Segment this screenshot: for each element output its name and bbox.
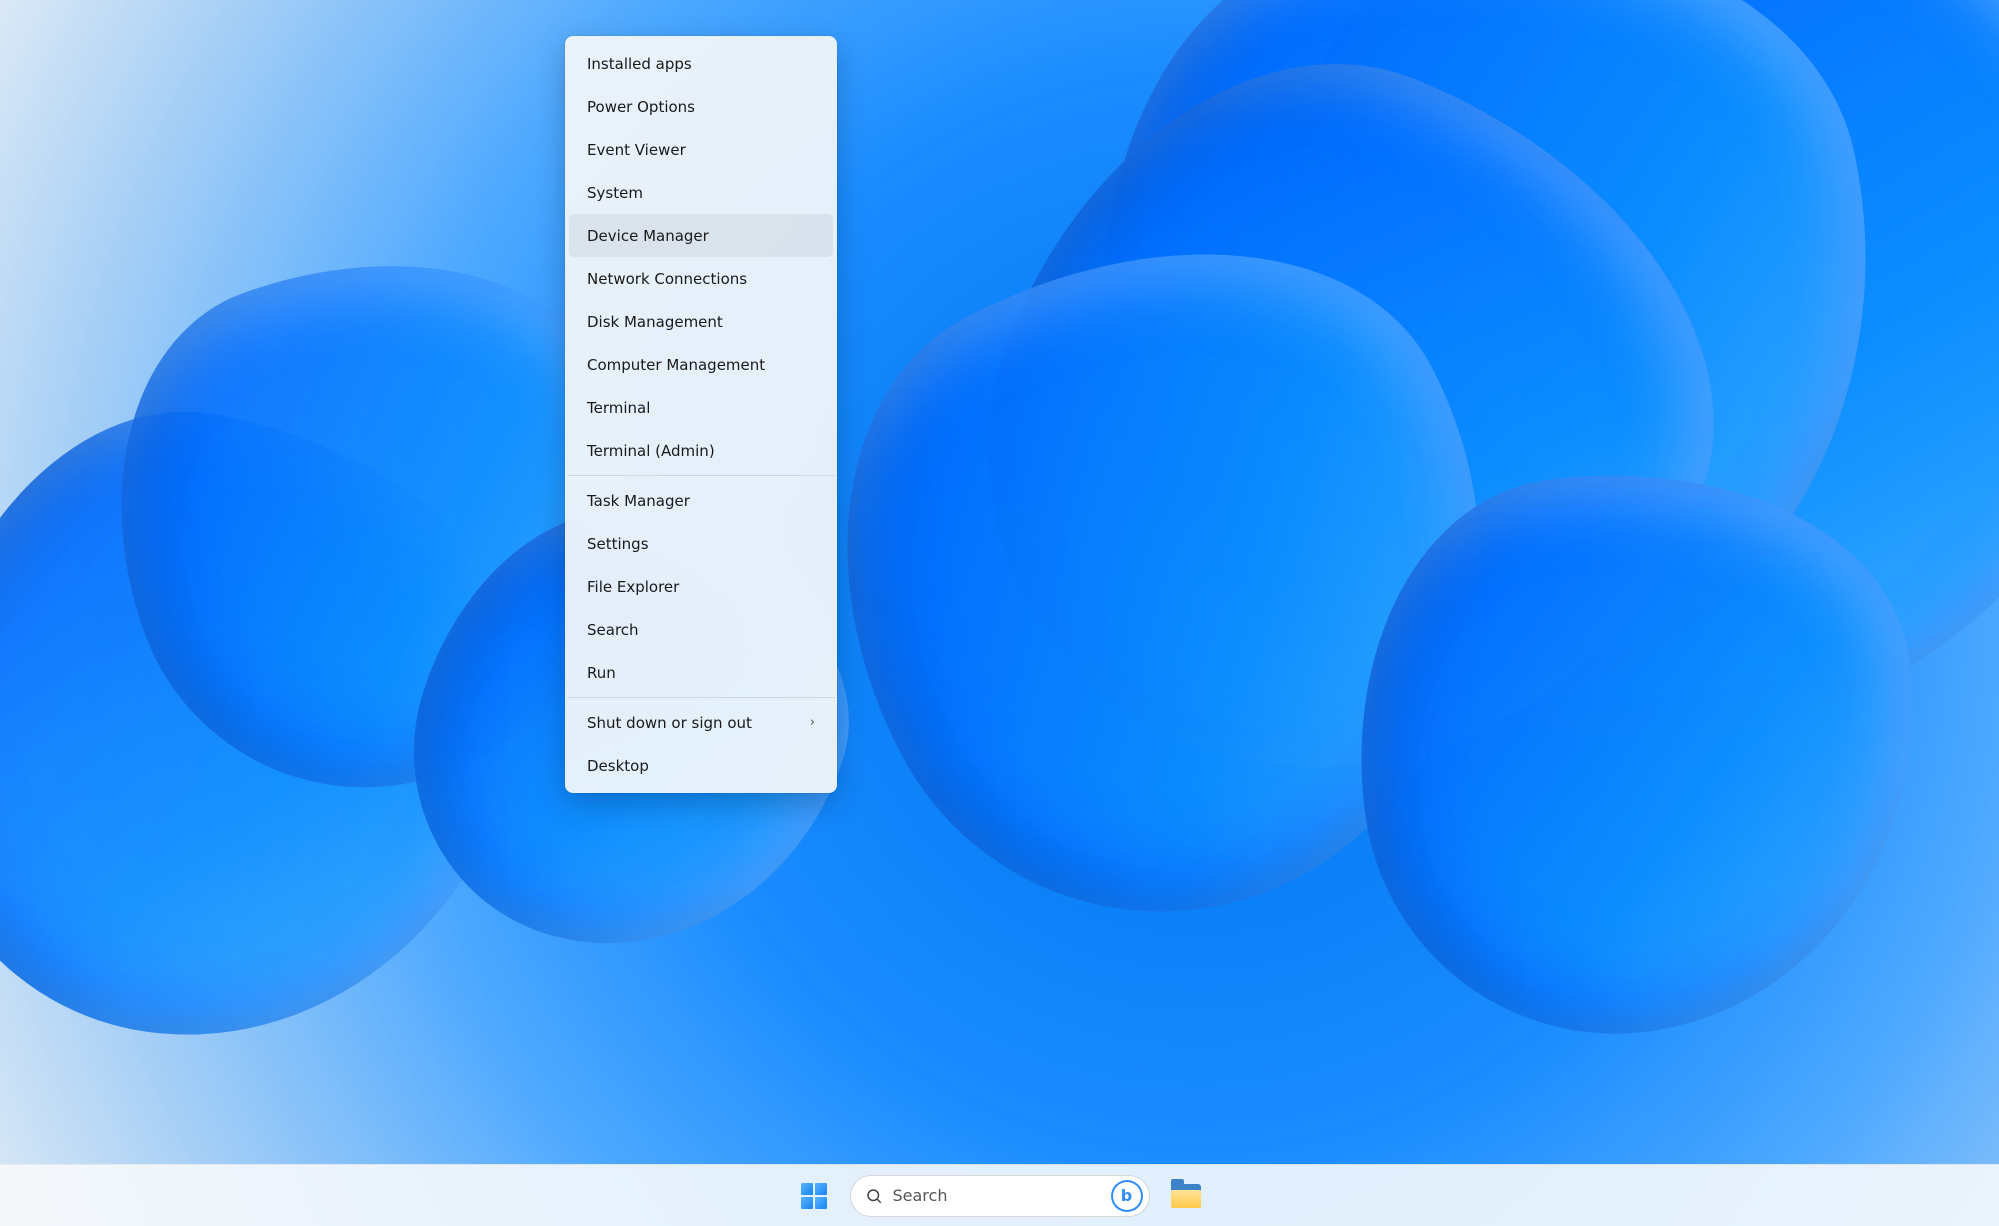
menu-item-label: Run (587, 664, 616, 682)
menu-item-system[interactable]: System (569, 171, 833, 214)
menu-item-label: Terminal (587, 399, 650, 417)
menu-item-run[interactable]: Run (569, 651, 833, 694)
menu-item-computer-management[interactable]: Computer Management (569, 343, 833, 386)
menu-item-installed-apps[interactable]: Installed apps (569, 42, 833, 85)
windows-logo-icon (801, 1183, 827, 1209)
menu-item-label: Event Viewer (587, 141, 686, 159)
bing-chat-icon[interactable]: b (1111, 1180, 1143, 1212)
menu-item-network-connections[interactable]: Network Connections (569, 257, 833, 300)
menu-item-label: Computer Management (587, 356, 765, 374)
menu-item-shut-down-or-sign-out[interactable]: Shut down or sign out › (569, 701, 833, 744)
menu-item-label: Shut down or sign out (587, 714, 752, 732)
menu-item-label: System (587, 184, 643, 202)
menu-item-label: Search (587, 621, 639, 639)
menu-item-disk-management[interactable]: Disk Management (569, 300, 833, 343)
menu-item-label: Settings (587, 535, 649, 553)
taskbar-file-explorer[interactable] (1164, 1174, 1208, 1218)
taskbar-search-label: Search (893, 1186, 1101, 1205)
chevron-right-icon: › (810, 715, 815, 730)
menu-item-label: Desktop (587, 757, 649, 775)
menu-item-label: Terminal (Admin) (587, 442, 715, 460)
menu-item-search[interactable]: Search (569, 608, 833, 651)
menu-item-terminal-admin[interactable]: Terminal (Admin) (569, 429, 833, 472)
search-icon (865, 1187, 883, 1205)
menu-item-desktop[interactable]: Desktop (569, 744, 833, 787)
taskbar: Search b (0, 1164, 1999, 1226)
menu-item-task-manager[interactable]: Task Manager (569, 479, 833, 522)
menu-item-label: File Explorer (587, 578, 679, 596)
menu-item-label: Task Manager (587, 492, 690, 510)
menu-item-settings[interactable]: Settings (569, 522, 833, 565)
menu-item-file-explorer[interactable]: File Explorer (569, 565, 833, 608)
menu-item-label: Network Connections (587, 270, 747, 288)
menu-item-label: Device Manager (587, 227, 709, 245)
menu-item-label: Disk Management (587, 313, 723, 331)
menu-separator (567, 697, 835, 698)
start-button[interactable] (792, 1174, 836, 1218)
taskbar-search[interactable]: Search b (850, 1175, 1150, 1217)
file-explorer-icon (1171, 1184, 1201, 1208)
menu-separator (567, 475, 835, 476)
menu-item-label: Power Options (587, 98, 695, 116)
menu-item-device-manager[interactable]: Device Manager (569, 214, 833, 257)
menu-item-label: Installed apps (587, 55, 692, 73)
menu-item-power-options[interactable]: Power Options (569, 85, 833, 128)
menu-item-terminal[interactable]: Terminal (569, 386, 833, 429)
menu-item-event-viewer[interactable]: Event Viewer (569, 128, 833, 171)
start-context-menu: Installed apps Power Options Event Viewer S… (565, 36, 837, 793)
desktop-wallpaper (0, 0, 1999, 1226)
